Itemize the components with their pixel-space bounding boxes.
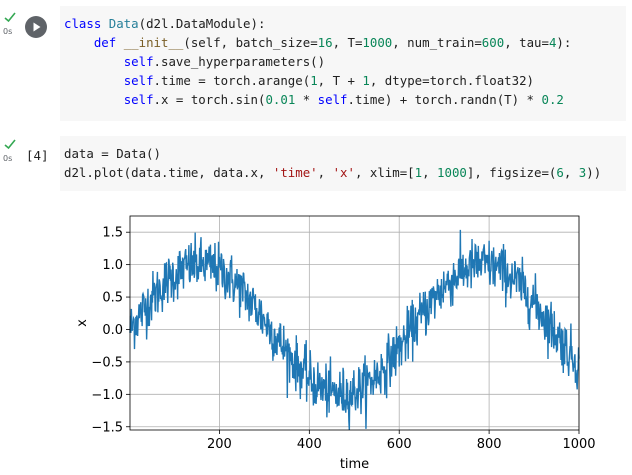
code-line: d2l.plot(data.time, data.x, 'time', 'x',… [60, 163, 626, 182]
y-tick-label: −1.0 [91, 388, 123, 403]
code-token: , [563, 165, 579, 180]
y-axis-label: x [75, 319, 90, 327]
code-cell-1: 0s class Data(d2l.DataModule): def __ini… [0, 0, 632, 125]
code-token: 6 [556, 165, 564, 180]
y-tick-label: 1.5 [102, 226, 123, 241]
code-token: 1 [310, 73, 318, 88]
code-token: def [93, 35, 124, 50]
x-axis-label: time [340, 457, 369, 472]
code-token: , num_train= [392, 35, 482, 50]
code-token: 'time' [272, 165, 318, 180]
code-line: data = Data() [60, 144, 626, 163]
code-token: ): [556, 35, 572, 50]
x-tick-label: 400 [297, 437, 322, 452]
cell-gutter: 0s [0, 130, 60, 475]
code-token: , tau= [504, 35, 549, 50]
code-token: 0.01 [265, 92, 296, 107]
execution-count: [4] [26, 148, 49, 163]
code-token: 1 [362, 73, 370, 88]
code-token: (d2l.DataModule): [138, 16, 266, 31]
x-tick-label: 600 [387, 437, 412, 452]
code-token: 1000 [362, 35, 393, 50]
code-token: , T + [317, 73, 363, 88]
code-token: , [422, 165, 438, 180]
code-token: .save_hyperparameters() [153, 54, 326, 69]
code-token: __init__ [123, 35, 184, 50]
code-token: 1000 [437, 165, 467, 180]
play-icon [33, 22, 41, 32]
series-line [129, 229, 580, 431]
code-token: , dtype=torch.float32) [369, 73, 535, 88]
x-tick-label: 800 [477, 437, 502, 452]
y-tick-label: −0.5 [91, 355, 123, 370]
code-token: .time) + torch.randn(T) * [347, 92, 542, 107]
execution-time: 0s [3, 154, 13, 163]
code-token: ], figsize=( [466, 165, 557, 180]
check-icon [4, 139, 16, 150]
code-token: class [64, 16, 109, 31]
code-token: * [295, 92, 318, 107]
x-tick-label: 1000 [562, 437, 595, 452]
code-token: 1 [414, 165, 423, 180]
code-editor[interactable]: class Data(d2l.DataModule): def __init__… [60, 6, 626, 121]
code-token: )) [586, 165, 602, 180]
axis-ticks: 200 400 600 800 1000 −1.5 −1.0 −0.5 0.0 0.5 1.0 1.5 [91, 226, 595, 452]
code-line: self.save_hyperparameters() [60, 52, 626, 71]
y-tick-label: 0.0 [102, 323, 123, 338]
line-chart: 200 400 600 800 1000 −1.5 −1.0 −0.5 0.0 0.5 1.0 1.5… [75, 215, 596, 472]
code-line: def __init__(self, batch_size=16, T=1000… [60, 33, 626, 52]
code-token: , xlim=[ [354, 165, 415, 180]
code-editor[interactable]: data = Data() d2l.plot(data.time, data.x,… [60, 136, 626, 191]
code-token: , [317, 165, 333, 180]
code-line: self.x = torch.sin(0.01 * self.time) + t… [60, 90, 626, 109]
code-token: .time = torch.arange( [153, 73, 311, 88]
code-token: 'x' [332, 165, 355, 180]
cell-gutter: 0s [0, 0, 60, 125]
y-tick-label: 1.0 [102, 258, 123, 273]
code-token: (self, batch_size= [183, 35, 318, 50]
code-token: 16 [317, 35, 333, 50]
execution-time: 0s [3, 27, 13, 36]
code-token: Data [108, 16, 139, 31]
code-line: self.time = torch.arange(1, T + 1, dtype… [60, 71, 626, 90]
check-icon [4, 12, 16, 23]
code-token: self [123, 73, 154, 88]
x-tick-label: 200 [207, 437, 232, 452]
y-tick-label: −1.5 [91, 420, 123, 435]
y-tick-label: 0.5 [102, 291, 123, 306]
code-token: d2l.plot(data.time, data.x, [64, 165, 273, 180]
code-token: self [317, 92, 348, 107]
code-token: data = Data() [64, 146, 161, 161]
code-token: , T= [332, 35, 363, 50]
code-token: self [123, 92, 154, 107]
code-line: class Data(d2l.DataModule): [60, 14, 626, 33]
code-token: .x = torch.sin( [153, 92, 266, 107]
run-cell-button[interactable] [25, 16, 47, 38]
code-token: 0.2 [541, 92, 564, 107]
cell-output: 200 400 600 800 1000 −1.5 −1.0 −0.5 0.0 0.5 1.0 1.5… [60, 205, 626, 475]
code-token: self [123, 54, 154, 69]
code-token: 600 [481, 35, 505, 50]
